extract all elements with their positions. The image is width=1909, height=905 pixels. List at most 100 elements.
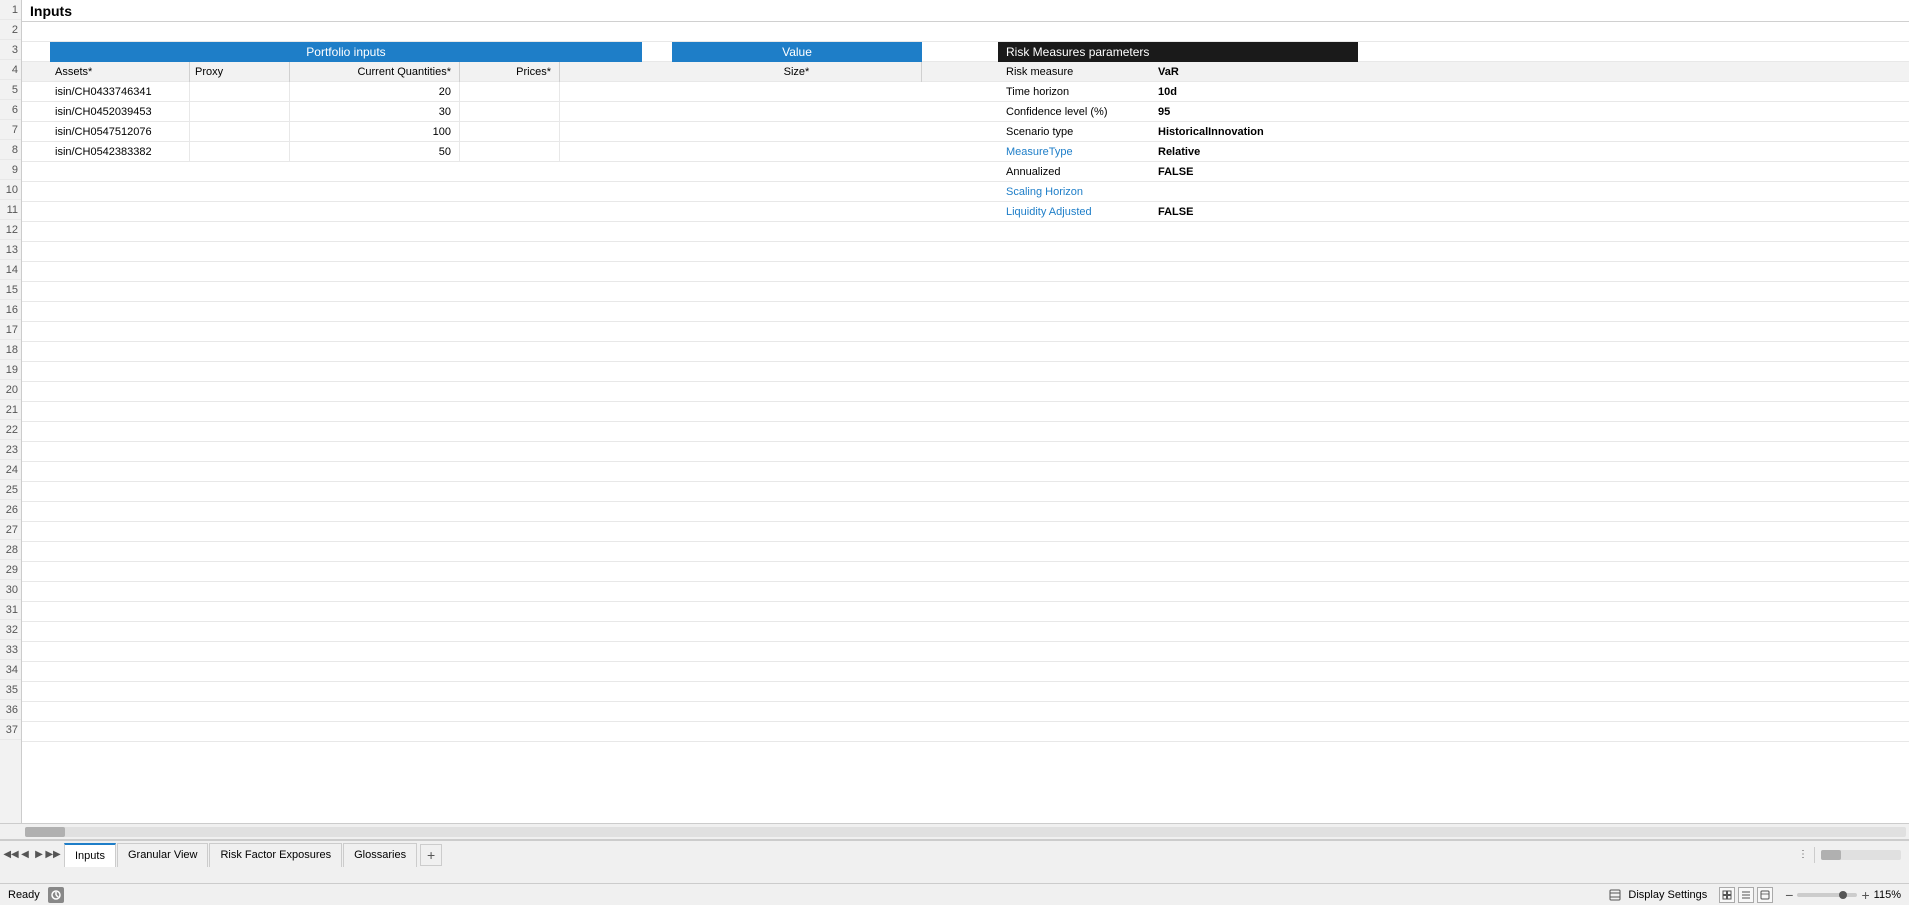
bottom-bar: ◀◀ ◀ ▶ ▶▶ Inputs Granular View Risk Fact… xyxy=(0,839,1909,883)
risk-param-row-7: Liquidity Adjusted FALSE xyxy=(998,202,1358,222)
zoom-level: 115% xyxy=(1874,889,1901,901)
row-num-23: 23 xyxy=(0,440,21,460)
tab-overflow-dots: ⋮ xyxy=(1798,849,1808,860)
row-num-35: 35 xyxy=(0,680,21,700)
nav-arrow-first[interactable]: ◀◀ xyxy=(4,848,18,862)
empty-row-33 xyxy=(22,642,1909,662)
col-prices-header: Prices* xyxy=(460,62,560,82)
empty-row-23 xyxy=(22,442,1909,462)
nav-arrow-last[interactable]: ▶▶ xyxy=(46,848,60,862)
empty-row-15 xyxy=(22,282,1909,302)
row-num-1: 1 xyxy=(0,0,21,20)
row-num-36: 36 xyxy=(0,700,21,720)
cell-qty-2: 100 xyxy=(290,122,460,142)
cell-assets-1: isin/CH0452039453 xyxy=(50,102,190,122)
empty-row-34 xyxy=(22,662,1909,682)
row-num-8: 8 xyxy=(0,140,21,160)
row-num-25: 25 xyxy=(0,480,21,500)
status-ready: Ready xyxy=(8,889,40,901)
list-view-icon[interactable] xyxy=(1738,887,1754,903)
data-row-9: Annualized FALSE xyxy=(22,162,1909,182)
risk-param-row-4: MeasureType Relative xyxy=(998,142,1358,162)
tab-risk-factor-exposures[interactable]: Risk Factor Exposures xyxy=(209,843,342,867)
col-assets-header: Assets* xyxy=(50,62,190,82)
data-row-11: Liquidity Adjusted FALSE xyxy=(22,202,1909,222)
tab-scroll-right: ⋮ xyxy=(1790,841,1909,868)
page-view-icon[interactable] xyxy=(1757,887,1773,903)
status-left: Ready xyxy=(8,887,64,903)
hscroll-track[interactable] xyxy=(25,827,1906,837)
empty-row-18 xyxy=(22,342,1909,362)
row-num-2: 2 xyxy=(0,20,21,40)
risk-param-row-0: Risk measure VaR xyxy=(998,62,1358,82)
cell-assets-2: isin/CH0547512076 xyxy=(50,122,190,142)
zoom-slider[interactable] xyxy=(1797,893,1857,897)
row-num-26: 26 xyxy=(0,500,21,520)
view-icons xyxy=(1719,887,1773,903)
risk-param-row-1: Time horizon 10d xyxy=(998,82,1358,102)
row-num-16: 16 xyxy=(0,300,21,320)
tab-glossaries[interactable]: Glossaries xyxy=(343,843,417,867)
zoom-minus-button[interactable]: − xyxy=(1785,887,1793,903)
data-row-6: isin/CH0452039453 30 Confidence level (%… xyxy=(22,102,1909,122)
row-num-21: 21 xyxy=(0,400,21,420)
hscroll-thumb[interactable] xyxy=(25,827,65,837)
display-settings-button[interactable]: Display Settings xyxy=(1609,889,1707,901)
horizontal-scrollbar[interactable] xyxy=(0,823,1909,839)
empty-row-28 xyxy=(22,542,1909,562)
row-num-18: 18 xyxy=(0,340,21,360)
row-num-19: 19 xyxy=(0,360,21,380)
page-title: Inputs xyxy=(22,3,72,19)
empty-row-13 xyxy=(22,242,1909,262)
risk-param-row-3: Scenario type HistoricalInnovation xyxy=(998,122,1358,142)
zoom-plus-button[interactable]: + xyxy=(1861,887,1869,903)
tab-granular-view[interactable]: Granular View xyxy=(117,843,209,867)
row-numbers: 1234567891011121314151617181920212223242… xyxy=(0,0,22,823)
row-num-27: 27 xyxy=(0,520,21,540)
empty-row-37 xyxy=(22,722,1909,742)
status-bar: Ready Display Settings xyxy=(0,883,1909,905)
risk-header: Risk Measures parameters xyxy=(998,42,1358,62)
risk-param-row-6: Scaling Horizon xyxy=(998,182,1358,202)
table-headers-row: Portfolio inputs Value Risk Measures par… xyxy=(22,42,1909,62)
hbar-mini xyxy=(1821,850,1901,860)
tab-add-button[interactable]: + xyxy=(420,844,442,866)
grid-view-icon[interactable] xyxy=(1719,887,1735,903)
empty-row-16 xyxy=(22,302,1909,322)
content-area: Inputs Portfolio inputs Value Risk Measu… xyxy=(22,0,1909,823)
empty-row-19 xyxy=(22,362,1909,382)
nav-arrow-next[interactable]: ▶ xyxy=(32,848,46,862)
row-num-15: 15 xyxy=(0,280,21,300)
empty-row-22 xyxy=(22,422,1909,442)
row-num-12: 12 xyxy=(0,220,21,240)
row-num-4: 4 xyxy=(0,60,21,80)
empty-row-26 xyxy=(22,502,1909,522)
nav-arrow-prev[interactable]: ◀ xyxy=(18,848,32,862)
tab-nav-left[interactable]: ◀◀ ◀ ▶ ▶▶ xyxy=(0,841,64,868)
col-quantities-header: Current Quantities* xyxy=(290,62,460,82)
row-num-20: 20 xyxy=(0,380,21,400)
cell-assets-3: isin/CH0542383382 xyxy=(50,142,190,162)
row-num-9: 9 xyxy=(0,160,21,180)
cell-assets-0: isin/CH0433746341 xyxy=(50,82,190,102)
row-num-11: 11 xyxy=(0,200,21,220)
value-header: Value xyxy=(672,42,922,62)
cell-qty-3: 50 xyxy=(290,142,460,162)
tab-inputs[interactable]: Inputs xyxy=(64,843,116,867)
risk-param-row-2: Confidence level (%) 95 xyxy=(998,102,1358,122)
row-num-6: 6 xyxy=(0,100,21,120)
row-num-37: 37 xyxy=(0,720,21,740)
row-num-32: 32 xyxy=(0,620,21,640)
cell-qty-1: 30 xyxy=(290,102,460,122)
empty-row-32 xyxy=(22,622,1909,642)
empty-row-30 xyxy=(22,582,1909,602)
portfolio-header: Portfolio inputs xyxy=(50,42,642,62)
empty-row-31 xyxy=(22,602,1909,622)
empty-row-35 xyxy=(22,682,1909,702)
empty-row-17 xyxy=(22,322,1909,342)
row-num-31: 31 xyxy=(0,600,21,620)
cell-qty-0: 20 xyxy=(290,82,460,102)
empty-row-21 xyxy=(22,402,1909,422)
row-num-28: 28 xyxy=(0,540,21,560)
accessibility-icon[interactable] xyxy=(48,887,64,903)
